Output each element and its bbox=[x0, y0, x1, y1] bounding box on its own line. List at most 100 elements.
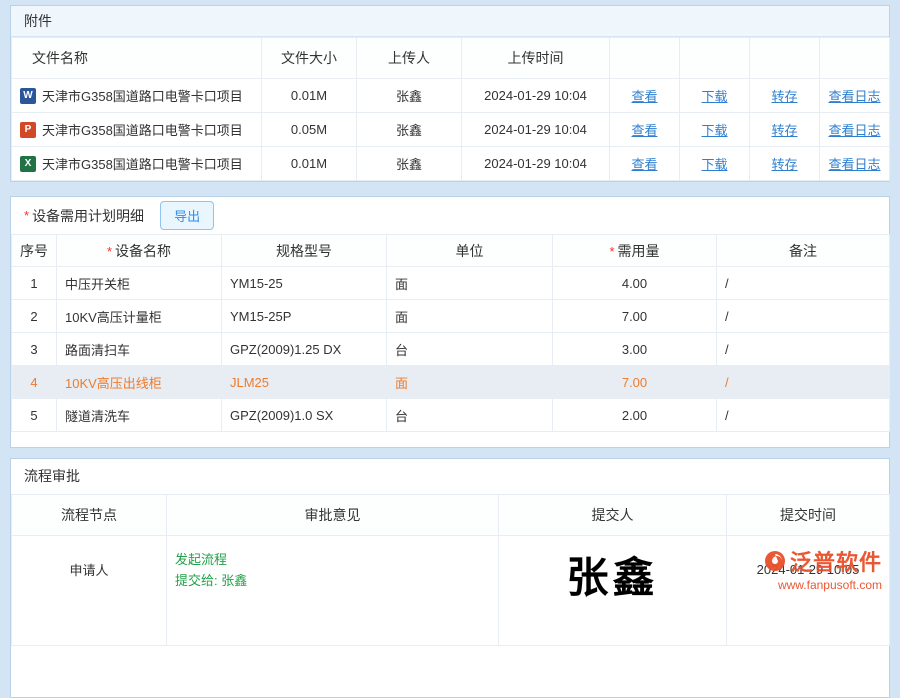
attachment-row: W 天津市G358国道路口电警卡口项目 0.01M 张鑫 2024-01-29 … bbox=[12, 79, 890, 113]
unit: 面 bbox=[387, 267, 553, 300]
export-button[interactable]: 导出 bbox=[160, 201, 214, 230]
equipment-section-title: 设备需用计划明细 bbox=[32, 206, 144, 226]
required-qty: 7.00 bbox=[553, 366, 717, 399]
row-index: 5 bbox=[12, 399, 57, 432]
equipment-row: 2 10KV高压计量柜 YM15-25P 面 7.00 / bbox=[12, 300, 890, 333]
fanpu-logo-icon bbox=[764, 550, 786, 572]
equipment-header-row: 序号 *设备名称 规格型号 单位 *需用量 备注 bbox=[12, 235, 890, 267]
unit: 面 bbox=[387, 300, 553, 333]
uploader: 张鑫 bbox=[357, 113, 462, 147]
required-asterisk: * bbox=[24, 208, 29, 223]
unit: 面 bbox=[387, 366, 553, 399]
equipment-section-header: * 设备需用计划明细 导出 bbox=[11, 197, 889, 234]
col-header-index: 序号 bbox=[12, 235, 57, 267]
equipment-name: 10KV高压出线柜 bbox=[57, 366, 222, 399]
file-name: 天津市G358国道路口电警卡口项目 bbox=[42, 154, 243, 173]
required-qty: 2.00 bbox=[553, 399, 717, 432]
download-link[interactable]: 下载 bbox=[701, 157, 727, 172]
powerpoint-file-icon: P bbox=[20, 122, 36, 138]
spec-model: GPZ(2009)1.0 SX bbox=[222, 399, 387, 432]
opinion-line-submit-to: 提交给: 张鑫 bbox=[175, 570, 498, 591]
excel-file-icon: X bbox=[20, 156, 36, 172]
view-log-link[interactable]: 查看日志 bbox=[828, 123, 880, 138]
remark: / bbox=[717, 267, 890, 300]
attachments-section-title: 附件 bbox=[11, 6, 889, 37]
vendor-url: www.fanpusoft.com bbox=[778, 578, 882, 592]
upload-time: 2024-01-29 10:04 bbox=[462, 79, 610, 113]
approval-section-title: 流程审批 bbox=[11, 459, 889, 494]
download-link[interactable]: 下载 bbox=[701, 123, 727, 138]
spec-model: JLM25 bbox=[222, 366, 387, 399]
required-qty: 3.00 bbox=[553, 333, 717, 366]
required-asterisk: * bbox=[609, 244, 614, 259]
remark: / bbox=[717, 399, 890, 432]
col-header-action-2 bbox=[680, 38, 750, 79]
attachment-row: P 天津市G358国道路口电警卡口项目 0.05M 张鑫 2024-01-29 … bbox=[12, 113, 890, 147]
approval-row: 申请人 发起流程 提交给: 张鑫 张鑫 2024-01-29 10:05 bbox=[12, 536, 890, 646]
row-index: 2 bbox=[12, 300, 57, 333]
view-link[interactable]: 查看 bbox=[631, 157, 657, 172]
view-link[interactable]: 查看 bbox=[631, 123, 657, 138]
col-header-file-size: 文件大小 bbox=[262, 38, 357, 79]
approval-flow-section: 流程审批 流程节点 审批意见 提交人 提交时间 申请人 发起流程 提交给: 张鑫… bbox=[10, 458, 890, 698]
required-asterisk: * bbox=[107, 244, 112, 259]
col-header-action-1 bbox=[610, 38, 680, 79]
file-size: 0.01M bbox=[262, 147, 357, 181]
transfer-link[interactable]: 转存 bbox=[771, 157, 797, 172]
row-index: 1 bbox=[12, 267, 57, 300]
view-link[interactable]: 查看 bbox=[631, 89, 657, 104]
remark: / bbox=[717, 300, 890, 333]
file-name: 天津市G358国道路口电警卡口项目 bbox=[42, 120, 243, 139]
unit: 台 bbox=[387, 399, 553, 432]
flow-node: 申请人 bbox=[12, 536, 167, 646]
equipment-plan-section: * 设备需用计划明细 导出 序号 *设备名称 规格型号 单位 *需用量 备注 1… bbox=[10, 196, 890, 448]
word-file-icon: W bbox=[20, 88, 36, 104]
equipment-row: 3 路面清扫车 GPZ(2009)1.25 DX 台 3.00 / bbox=[12, 333, 890, 366]
equipment-name: 中压开关柜 bbox=[57, 267, 222, 300]
file-size: 0.01M bbox=[262, 79, 357, 113]
vendor-brand-name: 泛普软件 bbox=[790, 545, 882, 577]
col-header-upload-time: 上传时间 bbox=[462, 38, 610, 79]
equipment-row: 1 中压开关柜 YM15-25 面 4.00 / bbox=[12, 267, 890, 300]
col-header-submit-time: 提交时间 bbox=[727, 495, 890, 536]
row-index: 4 bbox=[12, 366, 57, 399]
required-qty: 4.00 bbox=[553, 267, 717, 300]
attachments-section: 附件 文件名称 文件大小 上传人 上传时间 W 天津市G358国道路口电警卡口项… bbox=[10, 5, 890, 182]
transfer-link[interactable]: 转存 bbox=[771, 89, 797, 104]
spec-model: GPZ(2009)1.25 DX bbox=[222, 333, 387, 366]
file-size: 0.05M bbox=[262, 113, 357, 147]
upload-time: 2024-01-29 10:04 bbox=[462, 147, 610, 181]
required-qty: 7.00 bbox=[553, 300, 717, 333]
remark: / bbox=[717, 333, 890, 366]
spec-model: YM15-25P bbox=[222, 300, 387, 333]
equipment-row: 5 隧道清洗车 GPZ(2009)1.0 SX 台 2.00 / bbox=[12, 399, 890, 432]
equipment-row-selected[interactable]: 4 10KV高压出线柜 JLM25 面 7.00 / bbox=[12, 366, 890, 399]
attachments-header-row: 文件名称 文件大小 上传人 上传时间 bbox=[12, 38, 890, 79]
col-header-remark: 备注 bbox=[717, 235, 890, 267]
vendor-watermark: 泛普软件 www.fanpusoft.com bbox=[764, 545, 882, 592]
opinion-line-initiate: 发起流程 bbox=[175, 549, 498, 570]
col-header-file-name: 文件名称 bbox=[12, 38, 262, 79]
approval-header-row: 流程节点 审批意见 提交人 提交时间 bbox=[12, 495, 890, 536]
attachment-row: X 天津市G358国道路口电警卡口项目 0.01M 张鑫 2024-01-29 … bbox=[12, 147, 890, 181]
view-log-link[interactable]: 查看日志 bbox=[828, 157, 880, 172]
col-header-equipment-name: *设备名称 bbox=[57, 235, 222, 267]
uploader: 张鑫 bbox=[357, 79, 462, 113]
approval-table: 流程节点 审批意见 提交人 提交时间 申请人 发起流程 提交给: 张鑫 张鑫 2… bbox=[11, 494, 890, 646]
view-log-link[interactable]: 查看日志 bbox=[828, 89, 880, 104]
col-header-flow-node: 流程节点 bbox=[12, 495, 167, 536]
uploader: 张鑫 bbox=[357, 147, 462, 181]
attachments-table: 文件名称 文件大小 上传人 上传时间 W 天津市G358国道路口电警卡口项目 0… bbox=[11, 37, 890, 181]
download-link[interactable]: 下载 bbox=[701, 89, 727, 104]
row-index: 3 bbox=[12, 333, 57, 366]
remark: / bbox=[717, 366, 890, 399]
unit: 台 bbox=[387, 333, 553, 366]
col-header-spec-model: 规格型号 bbox=[222, 235, 387, 267]
equipment-name: 10KV高压计量柜 bbox=[57, 300, 222, 333]
col-header-action-3 bbox=[750, 38, 820, 79]
submitter-signature: 张鑫 bbox=[499, 536, 727, 646]
approval-opinion: 发起流程 提交给: 张鑫 bbox=[167, 536, 499, 646]
col-header-action-4 bbox=[820, 38, 890, 79]
file-name: 天津市G358国道路口电警卡口项目 bbox=[42, 86, 243, 105]
transfer-link[interactable]: 转存 bbox=[771, 123, 797, 138]
